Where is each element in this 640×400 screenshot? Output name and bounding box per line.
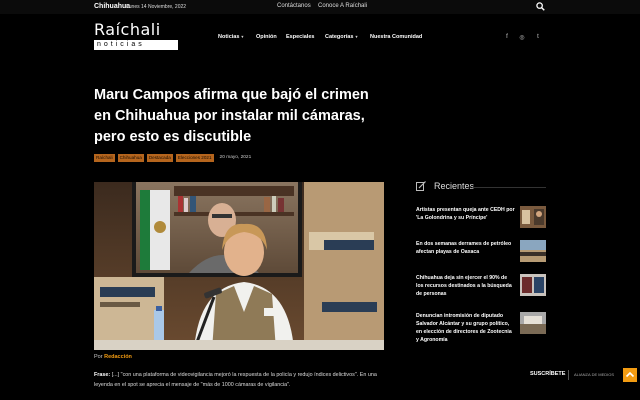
logo-wordmark: Raíchali xyxy=(94,20,161,39)
contact-link[interactable]: Contáctanos xyxy=(277,3,311,9)
recent-post-thumbnail[interactable] xyxy=(520,274,546,296)
nav-categorias[interactable]: Categorías ▾ xyxy=(325,34,357,40)
byline-prefix: Por xyxy=(94,354,103,360)
excerpt-label: Frase: xyxy=(94,372,111,378)
top-bar: Chihuahua Lunes 14 Noviembre, 2022 Contá… xyxy=(0,0,640,14)
about-link[interactable]: Conoce A Raíchali xyxy=(318,3,367,9)
recent-posts-header: Recientes xyxy=(416,180,546,196)
recent-post-thumbnail[interactable] xyxy=(520,240,546,262)
recent-post-thumbnail[interactable] xyxy=(520,312,546,334)
nav-noticias[interactable]: Noticias ▾ xyxy=(218,34,243,40)
tag-destacada[interactable]: Destacada xyxy=(146,153,173,162)
excerpt-text: [...] "con una plataforma de videovigila… xyxy=(94,372,377,388)
featured-photo-illustration xyxy=(94,182,384,350)
edit-icon xyxy=(416,181,426,191)
tag-raichali[interactable]: Raíchali xyxy=(94,153,115,162)
nav-label: Especiales xyxy=(286,34,315,40)
recent-post-thumbnail[interactable] xyxy=(520,206,546,228)
article-title: Maru Campos afirma que bajó el crimen en… xyxy=(94,87,369,145)
nav-nuestra-comunidad[interactable]: Nuestra Comunidad xyxy=(370,34,422,40)
logo-subtitle: noticias xyxy=(94,40,178,50)
subscribe-label[interactable]: SUSCRÍBETE xyxy=(530,371,565,377)
nav-especiales[interactable]: Especiales xyxy=(286,34,314,40)
recent-post-link[interactable]: Denuncian intromisión de diputado Salvad… xyxy=(416,312,516,344)
divider xyxy=(472,187,546,188)
facebook-icon[interactable]: f xyxy=(503,34,511,40)
tag-chihuahua[interactable]: Chihuahua xyxy=(117,153,144,162)
nav-opinion[interactable]: Opinión xyxy=(256,34,277,40)
chevron-up-icon xyxy=(625,371,635,378)
media-alliance-label: ALIANZA DE MEDIOS xyxy=(574,372,615,377)
article-excerpt: Frase: [...] "con una plataforma de vide… xyxy=(94,370,394,390)
recent-post-link[interactable]: Artistas presentan queja ante CEDH por '… xyxy=(416,206,516,222)
site-logo[interactable]: Raíchali noticias xyxy=(94,22,178,52)
article-byline: Por Redacción xyxy=(94,354,132,360)
nav-label: Categorías xyxy=(325,34,354,40)
article-featured-image xyxy=(94,182,384,350)
instagram-icon[interactable]: ◎ xyxy=(518,34,526,41)
chevron-down-icon: ▾ xyxy=(241,34,244,39)
city-label: Chihuahua xyxy=(94,3,131,10)
recent-posts-title: Recientes xyxy=(434,181,475,191)
twitter-icon[interactable]: t xyxy=(534,34,542,40)
recent-post-link[interactable]: Chihuahua deja sin ejercer el 90% de los… xyxy=(416,274,516,298)
article-tags: Raíchali Chihuahua Destacada Elecciones … xyxy=(94,153,251,162)
current-date: Lunes 14 Noviembre, 2022 xyxy=(126,4,187,10)
nav-label: Noticias xyxy=(218,34,240,40)
nav-label: Opinión xyxy=(256,34,277,40)
recent-post-link[interactable]: En dos semanas derrames de petróleo afec… xyxy=(416,240,516,256)
subscribe-bar[interactable]: SUSCRÍBETE ALIANZA DE MEDIOS xyxy=(530,370,624,380)
article-date: 20 mayo, 2021 xyxy=(219,155,252,160)
back-to-top-button[interactable] xyxy=(623,368,637,382)
site-header: Raíchali noticias Noticias ▾ Opinión Espe… xyxy=(0,14,640,58)
tag-elecciones-2021[interactable]: Elecciones 2021 xyxy=(175,153,214,162)
nav-label: Nuestra Comunidad xyxy=(370,34,423,40)
divider xyxy=(568,370,569,380)
author-link[interactable]: Redacción xyxy=(104,354,132,360)
chevron-down-icon: ▾ xyxy=(355,34,358,39)
search-icon[interactable] xyxy=(536,2,545,11)
